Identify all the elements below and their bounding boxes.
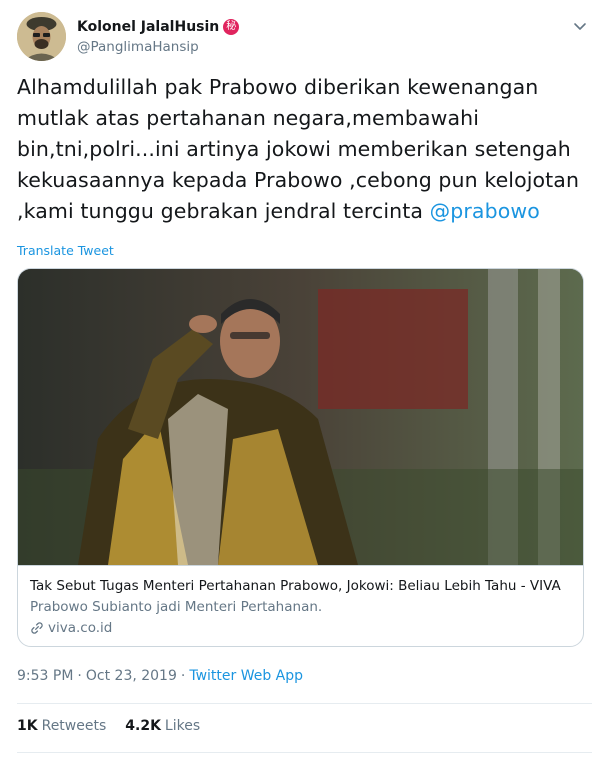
card-image: [18, 269, 583, 565]
divider: [17, 703, 592, 704]
card-domain: viva.co.id: [30, 618, 573, 638]
card-body: Tak Sebut Tugas Menteri Pertahanan Prabo…: [18, 565, 583, 646]
meta-separator: ·: [180, 668, 186, 684]
tweet-stats: 1K Retweets 4.2K Likes: [17, 718, 219, 734]
tweet-text-line: bin,tni,polri...ini artinya jokowi membe…: [17, 137, 571, 161]
tweet-meta: 9:53 PM · Oct 23, 2019 · Twitter Web App: [17, 668, 303, 684]
likes-label: Likes: [164, 718, 201, 734]
avatar[interactable]: [17, 12, 66, 61]
chevron-down-icon[interactable]: [572, 18, 588, 34]
card-description: Prabowo Subianto jadi Menteri Pertahanan…: [30, 599, 323, 615]
retweets-count: 1K: [17, 718, 38, 734]
tweet: Kolonel JalalHusin 秘 @PanglimaHansip Alh…: [0, 0, 606, 764]
tweet-header: Kolonel JalalHusin 秘 @PanglimaHansip: [17, 12, 592, 62]
source-app-link[interactable]: Twitter Web App: [189, 668, 303, 684]
retweets-stat[interactable]: 1K Retweets: [17, 718, 106, 734]
user-handle[interactable]: @PanglimaHansip: [77, 39, 199, 55]
link-icon: [31, 622, 43, 634]
tweet-text: Alhamdulillah pak Prabowo diberikan kewe…: [17, 72, 592, 227]
retweets-label: Retweets: [41, 718, 107, 734]
translate-tweet-link[interactable]: Translate Tweet: [17, 243, 114, 258]
likes-count: 4.2K: [125, 718, 161, 734]
divider: [17, 752, 592, 753]
card-domain-text: viva.co.id: [48, 620, 113, 636]
tweet-date[interactable]: Oct 23, 2019: [86, 668, 177, 684]
tweet-text-line: ,kami tunggu gebrakan jendral tercinta @…: [17, 196, 592, 227]
badge-icon: 秘: [223, 19, 240, 35]
tweet-text-fragment: ,kami tunggu gebrakan jendral tercinta: [17, 199, 430, 223]
tweet-text-line: mutlak atas pertahanan negara,membawahi: [17, 106, 480, 130]
name-row: Kolonel JalalHusin 秘: [77, 19, 240, 35]
likes-stat[interactable]: 4.2K Likes: [125, 718, 200, 734]
mention-link[interactable]: @prabowo: [430, 199, 540, 223]
display-name[interactable]: Kolonel JalalHusin: [77, 19, 219, 35]
link-card[interactable]: Tak Sebut Tugas Menteri Pertahanan Prabo…: [17, 268, 584, 647]
tweet-text-line: Alhamdulillah pak Prabowo diberikan kewe…: [17, 75, 539, 99]
card-title: Tak Sebut Tugas Menteri Pertahanan Prabo…: [30, 578, 561, 594]
meta-separator: ·: [77, 668, 82, 684]
tweet-text-line: kekuasaannya kepada Prabowo ,cebong pun …: [17, 168, 580, 192]
tweet-time[interactable]: 9:53 PM: [17, 668, 73, 684]
